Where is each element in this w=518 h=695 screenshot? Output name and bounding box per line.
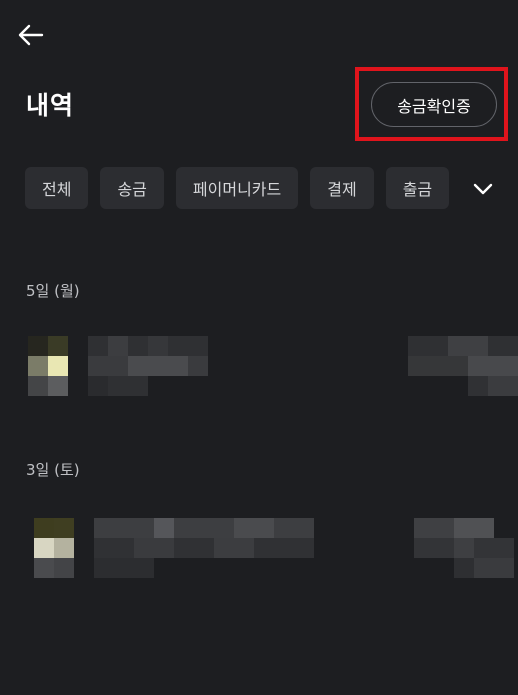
filter-chip-all[interactable]: 전체: [25, 167, 89, 209]
transfer-certificate-button[interactable]: 송금확인증: [371, 82, 497, 127]
arrow-left-icon: [18, 24, 44, 46]
filter-chip-row: 전체 송금 페이머니카드 결제 출금: [25, 167, 518, 209]
date-header: 5일 (월): [26, 282, 80, 300]
expand-filters-button[interactable]: [470, 176, 496, 202]
date-header: 3일 (토): [26, 461, 80, 479]
transaction-row[interactable]: [0, 518, 518, 584]
chevron-down-icon: [473, 183, 493, 195]
filter-chip-withdrawal[interactable]: 출금: [385, 167, 450, 209]
transaction-row[interactable]: [0, 336, 518, 402]
filter-chip-transfer[interactable]: 송금: [100, 167, 164, 209]
page-title: 내역: [26, 91, 75, 120]
filter-chip-payment[interactable]: 결제: [310, 167, 374, 209]
back-button[interactable]: [14, 18, 48, 52]
filter-chip-paymoney-card[interactable]: 페이머니카드: [175, 167, 299, 209]
